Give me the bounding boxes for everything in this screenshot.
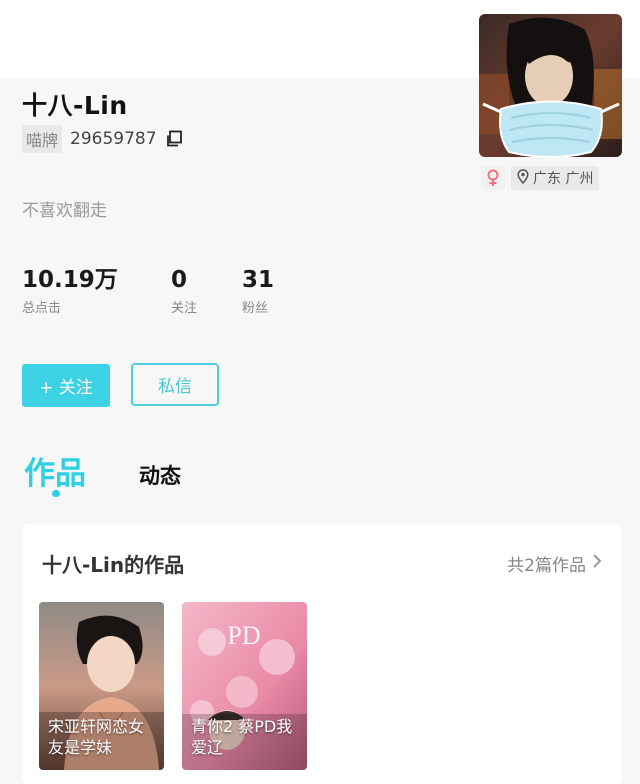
id-row: 喵牌 29659787: [22, 125, 183, 153]
stat-total-clicks: 10.19万 总点击: [22, 266, 118, 316]
stat-value: 0: [171, 267, 188, 293]
follow-button[interactable]: + 关注: [22, 364, 110, 407]
copy-icon[interactable]: [165, 130, 183, 148]
stat-following[interactable]: 0 关注: [171, 266, 197, 316]
tab-works[interactable]: 作品: [24, 448, 86, 493]
message-button[interactable]: 私信: [131, 363, 219, 406]
stat-fans[interactable]: 31 粉丝: [242, 266, 274, 316]
gender-female-icon: [481, 166, 505, 190]
work-thumbnail[interactable]: PD 青你2 蔡PD我爱辽: [182, 602, 307, 770]
stat-value: 10.19万: [22, 267, 118, 293]
svg-text:PD: PD: [227, 621, 260, 650]
work-thumbnail[interactable]: 宋亚轩网恋女友是学妹: [39, 602, 164, 770]
works-section-title: 十八-Lin的作品: [42, 553, 185, 577]
stat-label: 关注: [171, 301, 198, 316]
work-caption: 宋亚轩网恋女友是学妹: [48, 717, 145, 757]
stat-label: 总点击: [22, 301, 62, 316]
location-text: 广东 广州: [533, 171, 594, 187]
chevron-right-icon: [592, 553, 602, 574]
work-caption: 青你2 蔡PD我爱辽: [191, 717, 293, 757]
stat-label: 粉丝: [242, 301, 269, 316]
profile-name: 十八-Lin: [22, 91, 128, 120]
works-count-text: 共2篇作品: [507, 556, 586, 576]
works-count-link[interactable]: 共2篇作品: [507, 551, 602, 576]
active-tab-indicator: [52, 490, 60, 497]
stat-value: 31: [242, 267, 275, 293]
id-number: 29659787: [70, 129, 157, 149]
id-label: 喵牌: [22, 125, 63, 153]
bio-text: 不喜欢翻走: [22, 201, 107, 221]
avatar[interactable]: [479, 14, 622, 157]
location-badge: 广东 广州: [511, 166, 600, 190]
tab-dynamic[interactable]: 动态: [139, 460, 181, 490]
location-pin-icon: [517, 168, 529, 188]
works-card: 十八-Lin的作品 共2篇作品 宋亚轩网恋女友是学妹 PD 青你2 蔡PD我爱辽: [22, 524, 622, 784]
